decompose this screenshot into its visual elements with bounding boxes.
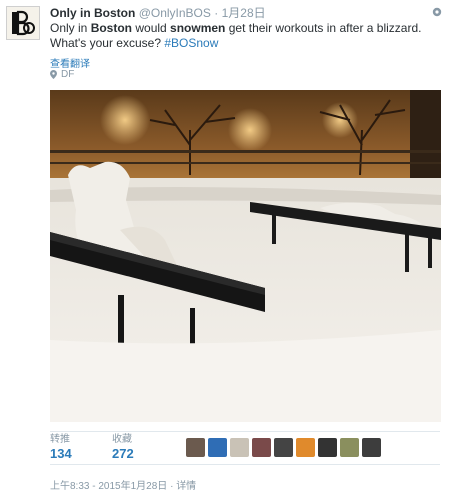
faver-avatar[interactable] [252, 438, 271, 457]
tweet-place: DF [50, 69, 74, 80]
faver-avatar[interactable] [230, 438, 249, 457]
faver-avatar[interactable] [296, 438, 315, 457]
tweet-photo[interactable] [50, 90, 441, 422]
retweet-stat[interactable]: 转推 134 [50, 434, 72, 462]
favorite-stat[interactable]: 收藏 272 [112, 434, 134, 462]
tweet-card: Only in Boston @OnlyInBOS · 1月28日 Only i… [0, 0, 450, 498]
gear-icon[interactable] [432, 7, 442, 17]
tweet-text-bold: Boston [90, 21, 133, 35]
avatar[interactable] [6, 6, 40, 40]
faver-avatar[interactable] [186, 438, 205, 457]
tweet-text-bold: snowmen [170, 21, 226, 35]
details-link[interactable]: 详情 [176, 481, 196, 492]
faver-avatar[interactable] [208, 438, 227, 457]
tweet-date[interactable]: 1月28日 [222, 6, 266, 20]
faver-avatar[interactable] [318, 438, 337, 457]
snowmen-bench-photo [50, 90, 441, 422]
favorites-count: 272 [112, 446, 134, 461]
translate-link[interactable]: 查看翻译 [50, 55, 90, 70]
tweet-timestamp[interactable]: 上午8:33 - 2015年1月28日 [50, 481, 167, 492]
faver-avatar[interactable] [274, 438, 293, 457]
tweet-stats: 转推 134 收藏 272 [50, 431, 440, 465]
faver-avatar[interactable] [340, 438, 359, 457]
location-pin-icon [50, 70, 57, 79]
tweet-header: Only in Boston @OnlyInBOS · 1月28日 [50, 6, 266, 20]
tweet-footer: 上午8:33 - 2015年1月28日 · 详情 [50, 477, 196, 492]
author-name[interactable]: Only in Boston [50, 6, 135, 20]
hashtag-link[interactable]: #BOSnow [164, 36, 218, 50]
faver-avatar[interactable] [362, 438, 381, 457]
retweets-label: 转推 [50, 434, 70, 445]
tweet-text: Only in Boston would snowmen get their w… [50, 21, 440, 51]
favorites-label: 收藏 [112, 434, 132, 445]
author-handle[interactable]: @OnlyInBOS [139, 6, 211, 20]
avatar-logo [12, 10, 35, 36]
place-name[interactable]: DF [61, 69, 74, 80]
retweets-count: 134 [50, 446, 72, 461]
footer-separator: · [170, 481, 174, 492]
tweet-text-part: Only in [50, 21, 91, 35]
tweet-text-part: would [132, 21, 171, 35]
header-separator: · [214, 6, 219, 20]
faver-avatars [186, 438, 381, 457]
